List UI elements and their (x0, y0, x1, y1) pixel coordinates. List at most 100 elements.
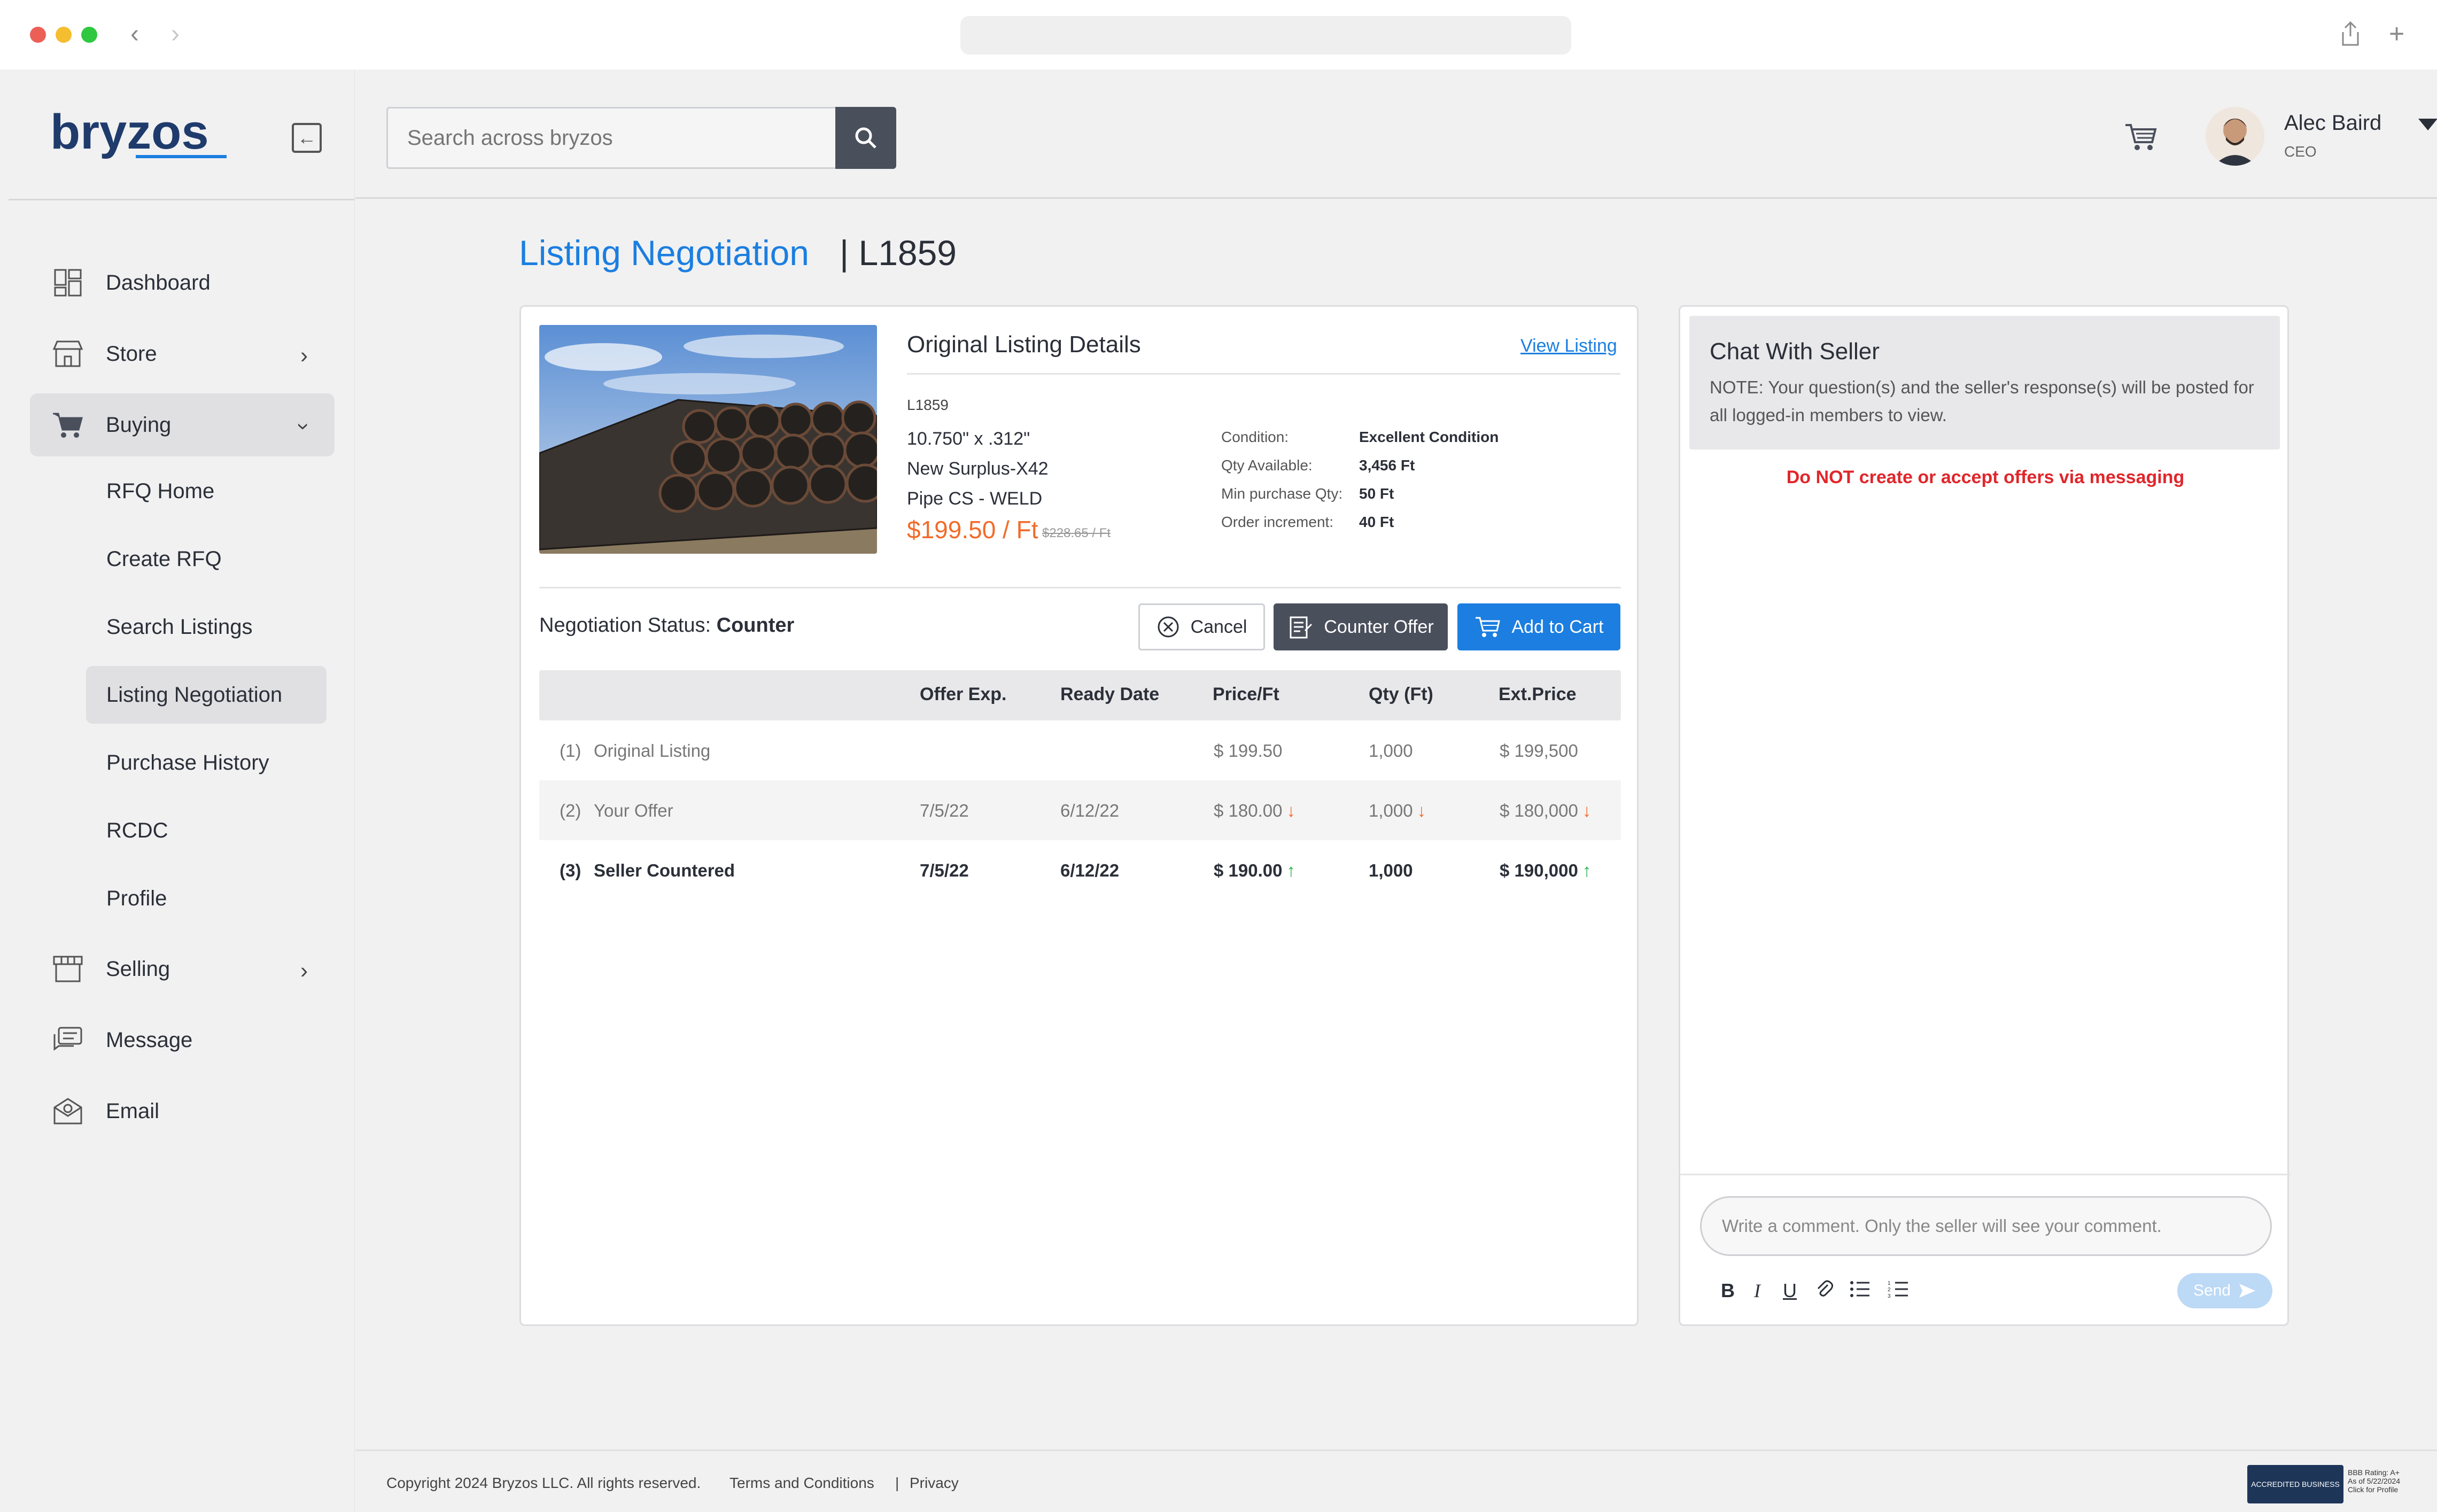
user-name[interactable]: Alec Baird (2284, 111, 2381, 135)
share-icon[interactable] (2340, 20, 2361, 51)
add-to-cart-button[interactable]: Add to Cart (1457, 603, 1620, 650)
send-button[interactable]: Send (2177, 1273, 2272, 1308)
row-price: $ 190.00 (1214, 860, 1283, 880)
sidebar-item-search-listings[interactable]: Search Listings (86, 598, 327, 656)
row-ext-price: $ 180,000 (1500, 801, 1578, 820)
search-icon (855, 127, 876, 149)
column-header-price: Price/Ft (1213, 684, 1279, 704)
back-arrow-icon[interactable]: ‹ (130, 21, 139, 47)
order-increment-label: Order increment: (1221, 514, 1334, 530)
comment-input[interactable]: Write a comment. Only the seller will se… (1700, 1196, 2272, 1256)
chat-header: Chat With Seller NOTE: Your question(s) … (1689, 316, 2280, 449)
row-ext-price: $ 190,000 (1500, 860, 1578, 880)
row-qty: 1,000 (1369, 801, 1413, 820)
forward-arrow-icon[interactable]: › (171, 21, 180, 47)
url-bar[interactable] (960, 16, 1571, 55)
browser-chrome: ‹ › + (0, 0, 2437, 69)
italic-icon[interactable]: I (1754, 1280, 1760, 1302)
copyright-text: Copyright 2024 Bryzos LLC. All rights re… (386, 1475, 701, 1491)
svg-text:3: 3 (1888, 1293, 1891, 1299)
counter-offer-button[interactable]: Counter Offer (1274, 603, 1448, 650)
row-name: Seller Countered (594, 860, 735, 880)
row-number: (2) (560, 801, 581, 820)
view-listing-link[interactable]: View Listing (1520, 336, 1617, 356)
sidebar-item-rcdc[interactable]: RCDC (86, 802, 327, 859)
bbb-badge[interactable]: ACCREDITED BUSINESS BBB Rating: A+ As of… (2247, 1465, 2413, 1503)
underline-icon[interactable]: U (1783, 1280, 1797, 1302)
listing-type: Pipe CS - WELD (907, 489, 1043, 509)
sidebar-item-rfq-home[interactable]: RFQ Home (86, 462, 327, 520)
qty-available-value: 3,456 Ft (1359, 457, 1415, 474)
search-input[interactable] (386, 107, 835, 169)
sidebar-item-dashboard[interactable]: Dashboard (30, 251, 335, 314)
message-icon (51, 1023, 84, 1057)
minimize-window-dot[interactable] (56, 27, 72, 43)
min-qty-label: Min purchase Qty: (1221, 485, 1343, 502)
terms-link[interactable]: Terms and Conditions (729, 1475, 874, 1492)
cancel-icon (1158, 616, 1179, 638)
divider (539, 587, 1621, 588)
cancel-button[interactable]: Cancel (1138, 603, 1265, 650)
avatar[interactable] (2206, 107, 2264, 166)
chevron-right-icon: › (300, 958, 308, 983)
store-icon (51, 337, 84, 370)
footer-separator: | (895, 1475, 899, 1491)
table-row[interactable]: (2) Your Offer 7/5/22 6/12/22 $ 180.00 ↓ … (539, 780, 1621, 840)
sidebar-item-message[interactable]: Message (30, 1009, 335, 1072)
numbered-list-icon[interactable]: 123 (1888, 1280, 1909, 1304)
row-price: $ 180.00 (1214, 801, 1283, 820)
table-row[interactable]: (1) Original Listing $ 199.50 1,000 $ 19… (539, 720, 1621, 780)
sidebar-item-label: Message (106, 1028, 193, 1052)
caret-down-icon[interactable] (2418, 119, 2437, 130)
bryzos-logo[interactable]: bryzos (50, 105, 232, 165)
new-tab-icon[interactable]: + (2389, 20, 2404, 47)
sidebar-item-profile[interactable]: Profile (86, 870, 327, 927)
close-window-dot[interactable] (30, 27, 46, 43)
chat-warning: Do NOT create or accept offers via messa… (1786, 467, 2185, 487)
bbb-logo: ACCREDITED BUSINESS (2247, 1465, 2343, 1503)
column-header-offer-exp: Offer Exp. (920, 684, 1007, 704)
bbb-rating-text: BBB Rating: A+ (2348, 1468, 2400, 1477)
row-ext-price-cell: $ 190,000 ↑ (1500, 860, 1591, 881)
maximize-window-dot[interactable] (81, 27, 97, 43)
sidebar-item-buying[interactable]: Buying › (30, 393, 335, 456)
bullet-list-icon[interactable] (1849, 1280, 1871, 1304)
listing-price: $199.50 / Ft (907, 516, 1038, 544)
row-ready-date: 6/12/22 (1060, 860, 1120, 880)
privacy-link[interactable]: Privacy (910, 1475, 959, 1492)
sidebar-item-selling[interactable]: Selling › (30, 937, 335, 1001)
table-row[interactable]: (3) Seller Countered 7/5/22 6/12/22 $ 19… (539, 840, 1621, 900)
bbb-click-text: Click for Profile (2348, 1485, 2399, 1494)
offers-table-header: Offer Exp. Ready Date Price/Ft Qty (Ft) … (539, 670, 1621, 720)
top-header: Alec Baird CEO (355, 69, 2437, 199)
sidebar-item-label: Store (106, 342, 157, 366)
header-cart-icon[interactable] (2124, 122, 2159, 154)
row-name: Your Offer (594, 801, 673, 820)
dashboard-icon (51, 266, 84, 299)
chat-title: Chat With Seller (1710, 338, 1880, 365)
row-offer-exp: 7/5/22 (920, 860, 969, 880)
arrow-down-icon: ↓ (1286, 801, 1295, 820)
arrow-down-icon: ↓ (1417, 801, 1426, 820)
status-label: Negotiation Status: (539, 614, 711, 637)
sidebar-item-listing-negotiation[interactable]: Listing Negotiation (86, 666, 327, 724)
sidebar-item-create-rfq[interactable]: Create RFQ (86, 530, 327, 588)
bold-icon[interactable]: B (1721, 1280, 1735, 1302)
attachment-icon[interactable] (1815, 1280, 1834, 1304)
column-header-ready-date: Ready Date (1060, 684, 1160, 704)
sidebar-item-label: Dashboard (106, 270, 211, 294)
min-qty-value: 50 Ft (1359, 485, 1394, 502)
svg-text:bryzos: bryzos (50, 106, 209, 159)
sidebar-item-email[interactable]: Email (30, 1080, 335, 1143)
search-button[interactable] (835, 107, 896, 169)
collapse-sidebar-icon[interactable]: ← (292, 123, 322, 153)
listing-photo[interactable] (539, 325, 877, 554)
sidebar-item-store[interactable]: Store › (30, 322, 335, 385)
listing-grade: New Surplus-X42 (907, 459, 1049, 479)
negotiation-status: Negotiation Status: Counter (539, 614, 794, 637)
sidebar-item-purchase-history[interactable]: Purchase History (86, 734, 327, 792)
divider (907, 373, 1620, 375)
counter-offer-icon (1290, 616, 1313, 639)
order-increment-value: 40 Ft (1359, 514, 1394, 530)
buying-submenu: RFQ Home Create RFQ Search Listings List… (86, 462, 335, 927)
